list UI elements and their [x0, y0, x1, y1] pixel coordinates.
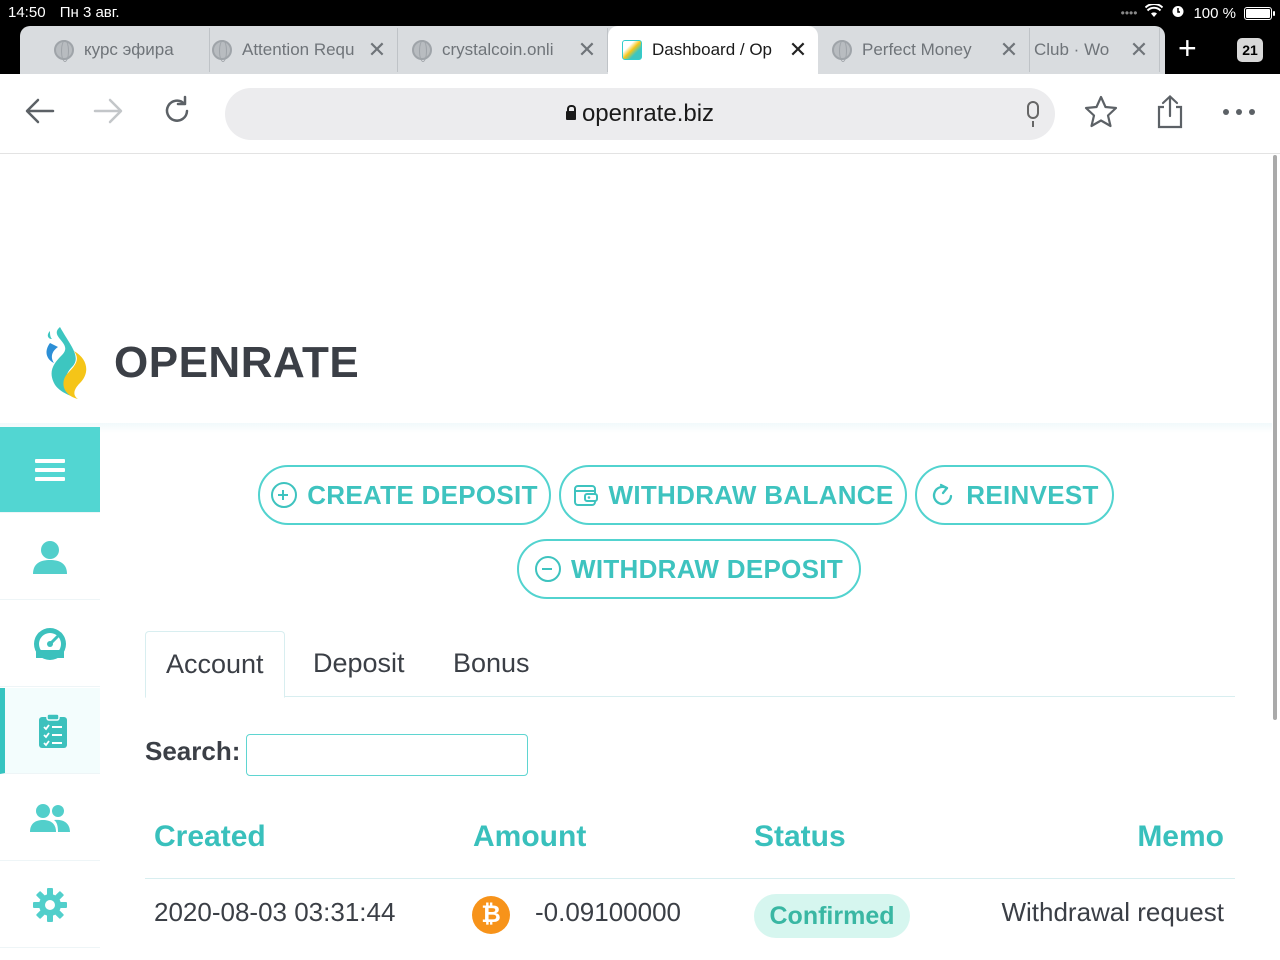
- history-tabs: Account Deposit Bonus: [145, 631, 1235, 698]
- reload-button[interactable]: [157, 94, 197, 134]
- alarm-icon: [1171, 4, 1185, 22]
- withdraw-deposit-label: WITHDRAW DEPOSIT: [570, 553, 843, 584]
- battery-icon: [1244, 6, 1275, 20]
- tab-title: курс эфира: [84, 40, 174, 59]
- close-tab-icon[interactable]: ✕: [997, 37, 1021, 63]
- sidebar-item-referrals[interactable]: [0, 775, 100, 861]
- arrow-right-icon: [93, 98, 123, 124]
- tab-title: crystalcoin.onli: [442, 40, 554, 59]
- web-page: OPENRATE CREATE DEPOSIT WITHDRAW BALANCE…: [0, 155, 1272, 960]
- withdraw-balance-button[interactable]: WITHDRAW BALANCE: [559, 465, 907, 525]
- page-scrollbar[interactable]: [1272, 155, 1280, 960]
- browser-tab[interactable]: курс эфира: [40, 28, 210, 72]
- arrow-left-icon: [25, 98, 55, 124]
- table-divider: [145, 878, 1235, 879]
- status-time: 14:50: [8, 4, 46, 21]
- browser-toolbar: openrate.biz: [0, 74, 1280, 154]
- bitcoin-icon: ₿: [472, 896, 510, 934]
- tab-strip-background: курс эфира Attention Requ ✕ crystalcoin.…: [20, 26, 1165, 74]
- search-input[interactable]: [246, 734, 528, 776]
- reinvest-label: REINVEST: [966, 479, 1099, 510]
- share-button[interactable]: [1150, 94, 1190, 134]
- new-tab-button[interactable]: +: [1178, 30, 1197, 67]
- wallet-icon: [573, 485, 598, 506]
- sidebar-menu-toggle[interactable]: [0, 427, 100, 513]
- tab-title: Attention Requ: [242, 40, 355, 59]
- browser-tab[interactable]: Attention Requ ✕: [198, 28, 398, 72]
- column-header-memo[interactable]: Memo: [1137, 820, 1224, 854]
- lock-icon: [565, 105, 576, 120]
- battery-percent: 100 %: [1193, 4, 1236, 22]
- brand-name[interactable]: OPENRATE: [114, 338, 359, 388]
- close-tab-icon[interactable]: ✕: [365, 37, 389, 63]
- microphone-icon[interactable]: [1027, 101, 1039, 127]
- scrollbar-thumb[interactable]: [1273, 155, 1277, 720]
- more-options-button[interactable]: [1219, 94, 1259, 134]
- sidebar-item-settings[interactable]: [0, 862, 100, 948]
- tab-deposit[interactable]: Deposit: [293, 631, 425, 697]
- plus-circle-icon: [271, 482, 298, 508]
- reinvest-button[interactable]: REINVEST: [915, 465, 1114, 525]
- tab-account[interactable]: Account: [145, 631, 285, 698]
- users-icon: [30, 803, 70, 832]
- clipboard-list-icon: [38, 712, 67, 748]
- close-tab-icon[interactable]: ✕: [1127, 37, 1151, 63]
- close-tab-icon[interactable]: ✕: [575, 37, 599, 63]
- openrate-logo-icon: [46, 327, 87, 399]
- gear-icon: [33, 887, 67, 922]
- tab-title: Perfect Money: [862, 40, 972, 59]
- url-text: openrate.biz: [581, 100, 715, 127]
- minus-circle-icon: [534, 556, 561, 582]
- forward-button[interactable]: [88, 94, 128, 134]
- status-badge: Confirmed: [754, 894, 910, 938]
- sidebar-item-profile[interactable]: [0, 514, 100, 600]
- star-icon: [1084, 95, 1118, 128]
- ios-status-bar: 14:50 Пн 3 авг. •••• 100 %: [0, 0, 1280, 26]
- sidebar-item-dashboard[interactable]: [0, 601, 100, 687]
- browser-tab-active[interactable]: Dashboard / Op ✕: [608, 26, 818, 74]
- globe-icon: [212, 40, 232, 62]
- create-deposit-button[interactable]: CREATE DEPOSIT: [258, 465, 551, 525]
- cell-amount: -0.09100000: [535, 897, 682, 927]
- globe-icon: [54, 40, 74, 62]
- tab-title: Club · Wo: [1034, 40, 1110, 59]
- search-label: Search:: [145, 736, 241, 766]
- browser-tab-strip: курс эфира Attention Requ ✕ crystalcoin.…: [0, 26, 1280, 74]
- tab-bonus[interactable]: Bonus: [433, 631, 550, 697]
- bookmark-button[interactable]: [1081, 94, 1121, 134]
- user-icon: [33, 540, 67, 574]
- ellipsis-icon: [1223, 109, 1255, 115]
- tab-count-button[interactable]: 21: [1237, 38, 1263, 62]
- column-header-created[interactable]: Created: [154, 820, 266, 854]
- column-header-amount[interactable]: Amount: [473, 820, 586, 854]
- header-divider: [0, 423, 1272, 433]
- status-date: Пн 3 авг.: [59, 4, 120, 21]
- cell-created: 2020-08-03 03:31:44: [154, 897, 396, 927]
- dashboard-gauge-icon: [34, 627, 66, 660]
- withdraw-balance-label: WITHDRAW BALANCE: [608, 479, 894, 510]
- cell-memo: Withdrawal request: [1001, 897, 1224, 927]
- browser-tab[interactable]: crystalcoin.onli ✕: [398, 28, 608, 72]
- column-header-status[interactable]: Status: [754, 820, 846, 854]
- address-bar[interactable]: openrate.biz: [225, 88, 1055, 140]
- browser-tab[interactable]: Club · Wo ✕: [1030, 28, 1160, 72]
- menu-icon: [35, 458, 65, 481]
- url-display: openrate.biz: [225, 100, 1055, 128]
- globe-icon: [832, 40, 852, 62]
- share-icon: [1157, 94, 1183, 129]
- sidebar: [0, 427, 100, 960]
- withdraw-deposit-button[interactable]: WITHDRAW DEPOSIT: [517, 539, 861, 599]
- cellular-dots-icon: ••••: [1120, 6, 1138, 20]
- close-tab-icon[interactable]: ✕: [786, 37, 810, 63]
- sidebar-item-history[interactable]: [0, 688, 100, 774]
- browser-tab[interactable]: Perfect Money ✕: [818, 28, 1030, 72]
- globe-icon: [412, 40, 432, 62]
- create-deposit-label: CREATE DEPOSIT: [307, 479, 538, 510]
- openrate-favicon-icon: [622, 40, 642, 60]
- back-button[interactable]: [20, 94, 60, 134]
- wifi-icon: [1145, 3, 1164, 22]
- refresh-icon: [933, 483, 953, 505]
- tab-title: Dashboard / Op: [652, 40, 773, 59]
- reload-icon: [165, 95, 189, 122]
